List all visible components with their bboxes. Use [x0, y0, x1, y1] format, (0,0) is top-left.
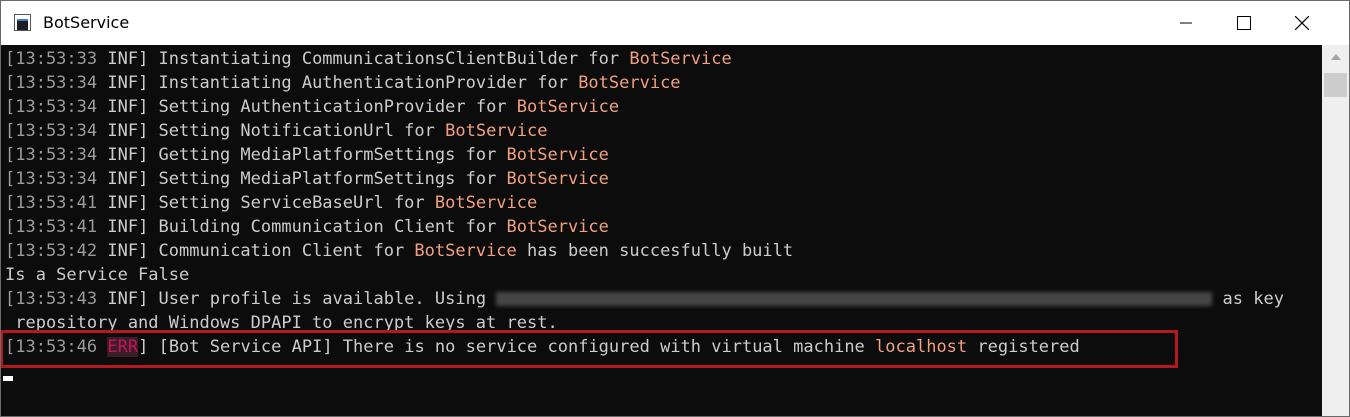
log-message: User profile is available. Using: [148, 289, 497, 309]
log-message: Instantiating CommunicationsClientBuilde…: [148, 49, 630, 69]
log-timestamp: [13:53:46: [5, 337, 98, 357]
log-line: [13:53:34 INF] Instantiating Authenticat…: [5, 71, 1284, 95]
error-host: localhost: [875, 337, 968, 357]
plain-output-line: Is a Service False: [5, 265, 190, 285]
log-message-rest: as key: [1212, 289, 1284, 309]
log-line: [13:53:34 INF] Setting MediaPlatformSett…: [5, 167, 1284, 191]
log-level: INF]: [97, 49, 149, 69]
vertical-scrollbar[interactable]: [1322, 45, 1349, 416]
log-source: BotService: [506, 169, 609, 189]
log-source: BotService: [445, 121, 548, 141]
log-timestamp: [13:53:34: [5, 73, 98, 93]
log-bracket: ]: [138, 337, 149, 357]
scroll-thumb[interactable]: [1324, 73, 1347, 97]
log-timestamp: [13:53:34: [5, 145, 98, 165]
log-message: Setting AuthenticationProvider for: [148, 97, 517, 117]
log-message: Setting ServiceBaseUrl for: [148, 193, 435, 213]
error-log-line: [13:53:46 ERR] [Bot Service API] There i…: [5, 335, 1284, 359]
log-message: Communication Client for: [148, 241, 415, 261]
log-timestamp: [13:53:34: [5, 121, 98, 141]
log-source: BotService: [506, 217, 609, 237]
console-output[interactable]: [13:53:33 INF] Instantiating Communicati…: [1, 45, 1322, 416]
redacted-path: [496, 292, 1213, 306]
error-message: [Bot Service API] There is no service co…: [148, 337, 876, 357]
text-cursor: [3, 376, 13, 381]
error-level-badge: ERR: [107, 337, 139, 357]
log-message-rest: has been succesfully built: [516, 241, 794, 261]
log-timestamp: [13:53:41: [5, 193, 98, 213]
log-line: [13:53:34 INF] Setting NotificationUrl f…: [5, 119, 1284, 143]
console-window: BotService [13:53:33 INF] Instantiating …: [0, 0, 1350, 417]
log-line: [13:53:33 INF] Instantiating Communicati…: [5, 47, 1284, 71]
log-source: BotService: [414, 241, 517, 261]
log-line: [13:53:34 INF] Getting MediaPlatformSett…: [5, 143, 1284, 167]
log-line: [13:53:41 INF] Setting ServiceBaseUrl fo…: [5, 191, 1284, 215]
log-timestamp: [13:53:42: [5, 241, 98, 261]
log-source: BotService: [629, 49, 732, 69]
minimize-icon: [1180, 22, 1192, 24]
close-button[interactable]: [1273, 1, 1331, 45]
minimize-button[interactable]: [1157, 1, 1215, 45]
console-app-icon: [14, 14, 31, 31]
log-timestamp: [13:53:43: [5, 289, 98, 309]
title-bar[interactable]: BotService: [1, 1, 1349, 45]
log-level: INF]: [97, 121, 149, 141]
close-icon: [1295, 16, 1309, 30]
log-line: [13:53:42 INF] Communication Client for …: [5, 239, 1284, 263]
log-level: INF]: [97, 73, 149, 93]
log-line-profile: [13:53:43 INF] User profile is available…: [5, 287, 1284, 311]
scroll-up-button[interactable]: [1322, 45, 1349, 69]
log-level: INF]: [97, 289, 149, 309]
window-title: BotService: [43, 13, 130, 32]
log-level: INF]: [97, 145, 149, 165]
log-line: [13:53:41 INF] Building Communication Cl…: [5, 215, 1284, 239]
log-message: Building Communication Client for: [148, 217, 507, 237]
maximize-button[interactable]: [1215, 1, 1273, 45]
log-line-wrap: repository and Windows DPAPI to encrypt …: [5, 313, 558, 333]
log-message: Setting MediaPlatformSettings for: [148, 169, 507, 189]
log-level: INF]: [97, 217, 149, 237]
log-line: [13:53:34 INF] Setting AuthenticationPro…: [5, 95, 1284, 119]
log-source: BotService: [506, 145, 609, 165]
log-source: BotService: [516, 97, 620, 117]
log-message: Instantiating AuthenticationProvider for: [148, 73, 579, 93]
log-timestamp: [13:53:41: [5, 217, 98, 237]
log-source: BotService: [578, 73, 681, 93]
maximize-icon: [1237, 16, 1251, 30]
log-timestamp: [13:53:33: [5, 49, 98, 69]
log-level: INF]: [97, 241, 149, 261]
log-source: BotService: [434, 193, 538, 213]
log-timestamp: [13:53:34: [5, 97, 98, 117]
log-level: INF]: [97, 193, 149, 213]
log-level: INF]: [97, 97, 149, 117]
log-message: Setting NotificationUrl for: [148, 121, 446, 141]
log-timestamp: [13:53:34: [5, 169, 98, 189]
log-level: INF]: [97, 169, 149, 189]
error-message-rest: registered: [967, 337, 1080, 357]
log-message: Getting MediaPlatformSettings for: [148, 145, 507, 165]
scroll-up-arrow-icon: [1330, 54, 1341, 60]
